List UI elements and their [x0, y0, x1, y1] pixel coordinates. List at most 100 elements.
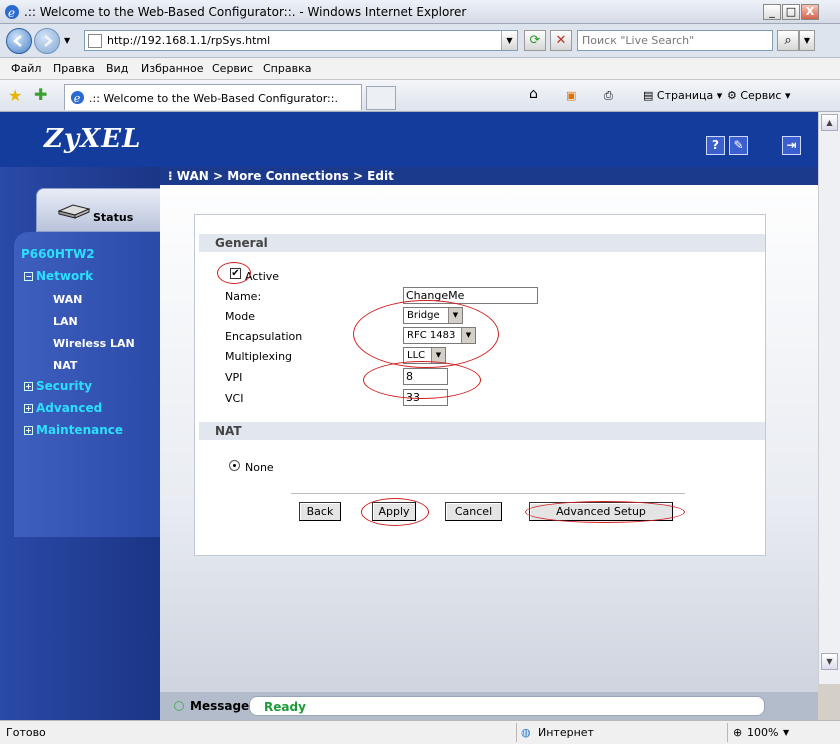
nav-security[interactable]: + Security [24, 379, 92, 393]
general-section-header: General [199, 234, 765, 252]
vertical-scrollbar[interactable]: ▲ ▼ [818, 112, 840, 684]
zoom-dropdown-icon[interactable]: ▼ [783, 728, 789, 737]
mode-select[interactable]: Bridge ▼ [403, 307, 463, 324]
refresh-icon[interactable]: ⟳ [524, 30, 546, 51]
chevron-down-icon: ▼ [448, 308, 462, 323]
nav-network[interactable]: − Network [24, 269, 93, 283]
zyxel-logo: ZyXEL [44, 124, 142, 154]
sidebar: Status P660HTW2 − Network WAN LAN Wireles… [0, 167, 160, 720]
multiplexing-label: Multiplexing [225, 350, 293, 363]
print-icon[interactable]: ⎙ [604, 89, 613, 103]
zoom-level[interactable]: 100% [747, 726, 778, 739]
logout-icon[interactable]: ⇥ [782, 136, 801, 155]
vpi-label: VPI [225, 371, 243, 384]
address-dropdown-icon[interactable]: ▼ [501, 31, 517, 50]
page-menu-label: Страница [656, 89, 714, 102]
nav-wan[interactable]: WAN [53, 293, 82, 306]
home-icon[interactable]: ⌂ [529, 86, 538, 102]
nat-none-radio[interactable] [229, 460, 240, 471]
vpi-input[interactable]: 8 [403, 368, 448, 385]
nat-section-header: NAT [199, 422, 765, 440]
vci-label: VCI [225, 392, 244, 405]
encapsulation-select[interactable]: RFC 1483 ▼ [403, 327, 476, 344]
feeds-icon[interactable]: ▣ [566, 89, 576, 102]
name-label: Name: [225, 290, 262, 303]
expand-icon: + [24, 382, 33, 391]
window-title: .:: Welcome to the Web-Based Configurato… [24, 5, 467, 19]
mode-value: Bridge [407, 310, 440, 321]
zyxel-header: ZyXEL ? ✎ ⇥ [0, 112, 818, 167]
nav-nat[interactable]: NAT [53, 359, 77, 372]
nav-maintenance-label: Maintenance [36, 423, 124, 437]
advanced-setup-button[interactable]: Advanced Setup [529, 502, 673, 521]
chevron-down-icon: ▼ [461, 328, 475, 343]
globe-icon: ◍ [521, 726, 531, 739]
back-button[interactable]: Back [299, 502, 341, 521]
tools-menu[interactable]: ⚙ Сервис ▾ [727, 89, 791, 102]
scroll-up-icon[interactable]: ▲ [821, 114, 838, 131]
svg-text:e: e [74, 92, 81, 105]
menu-tools[interactable]: Сервис [212, 62, 253, 75]
nav-wireless-lan[interactable]: Wireless LAN [53, 337, 135, 350]
status-tab[interactable]: Status [36, 188, 160, 232]
stop-icon[interactable]: ✕ [550, 30, 572, 51]
menu-view[interactable]: Вид [106, 62, 128, 75]
help-icon[interactable]: ? [706, 136, 725, 155]
close-window-button[interactable]: X [801, 4, 819, 20]
address-toolbar: ▼ http://192.168.1.1/rpSys.html ▼ ⟳ ✕ По… [0, 24, 840, 58]
browser-tab-active[interactable]: e .:: Welcome to the Web-Based Configura… [64, 84, 362, 110]
window-titlebar: e .:: Welcome to the Web-Based Configura… [0, 0, 840, 24]
breadcrumb: ⁝ WAN > More Connections > Edit [160, 167, 818, 185]
tabs-toolbar: ★ ✚ e .:: Welcome to the Web-Based Confi… [0, 80, 840, 112]
main-content: ⁝ WAN > More Connections > Edit General … [160, 167, 818, 720]
menu-help[interactable]: Справка [263, 62, 311, 75]
new-tab-button[interactable] [366, 86, 396, 110]
scroll-down-icon[interactable]: ▼ [821, 653, 838, 670]
forward-nav-button[interactable] [34, 28, 60, 54]
back-nav-button[interactable] [6, 28, 32, 54]
expand-icon: + [24, 404, 33, 413]
apply-button[interactable]: Apply [372, 502, 416, 521]
nav-advanced[interactable]: + Advanced [24, 401, 102, 415]
favorites-star-icon[interactable]: ★ [8, 86, 22, 105]
history-dropdown-icon[interactable]: ▼ [64, 36, 70, 45]
model-name: P660HTW2 [21, 247, 95, 261]
vci-input[interactable]: 33 [403, 389, 448, 406]
ie-logo-icon: e [4, 4, 20, 20]
name-input[interactable]: ChangeMe [403, 287, 538, 304]
menu-favorites[interactable]: Избранное [141, 62, 203, 75]
zoom-icon[interactable]: ⊕ [733, 726, 742, 739]
browser-statusbar: Готово ◍ Интернет ⊕ 100% ▼ [0, 720, 840, 744]
minimize-button[interactable]: _ [763, 4, 781, 20]
message-status: Ready [264, 700, 306, 714]
zone-text: Интернет [538, 726, 594, 739]
address-bar[interactable]: http://192.168.1.1/rpSys.html ▼ [84, 30, 518, 51]
cancel-button[interactable]: Cancel [445, 502, 502, 521]
active-checkbox[interactable]: ✔ [230, 268, 241, 279]
encapsulation-value: RFC 1483 [407, 330, 456, 341]
wizard-icon[interactable]: ✎ [729, 136, 748, 155]
status-text: Готово [6, 726, 46, 739]
address-url[interactable]: http://192.168.1.1/rpSys.html [107, 34, 270, 47]
general-heading: General [215, 236, 268, 250]
status-separator [516, 723, 517, 742]
nav-maintenance[interactable]: + Maintenance [24, 423, 123, 437]
maximize-button[interactable]: □ [782, 4, 800, 20]
message-box: Ready [249, 696, 765, 716]
multiplexing-select[interactable]: LLC ▼ [403, 347, 446, 364]
search-icon[interactable]: ⌕ [777, 30, 799, 51]
page-favicon-icon [88, 34, 102, 48]
add-favorite-icon[interactable]: ✚ [34, 85, 47, 104]
message-label: Message [190, 699, 250, 713]
nav-lan[interactable]: LAN [53, 315, 78, 328]
expand-icon: + [24, 426, 33, 435]
collapse-icon: − [24, 272, 33, 281]
page-menu[interactable]: ▤ Страница ▾ [643, 89, 722, 102]
menu-file[interactable]: Файл [11, 62, 41, 75]
menu-edit[interactable]: Правка [53, 62, 95, 75]
search-input[interactable]: Поиск "Live Search" [577, 30, 773, 51]
status-tab-label: Status [93, 211, 134, 224]
arrow-left-icon [13, 35, 22, 47]
router-page: ZyXEL ? ✎ ⇥ Status P660HTW2 − Network WAN… [0, 112, 818, 720]
search-options-icon[interactable]: ▼ [799, 30, 815, 51]
